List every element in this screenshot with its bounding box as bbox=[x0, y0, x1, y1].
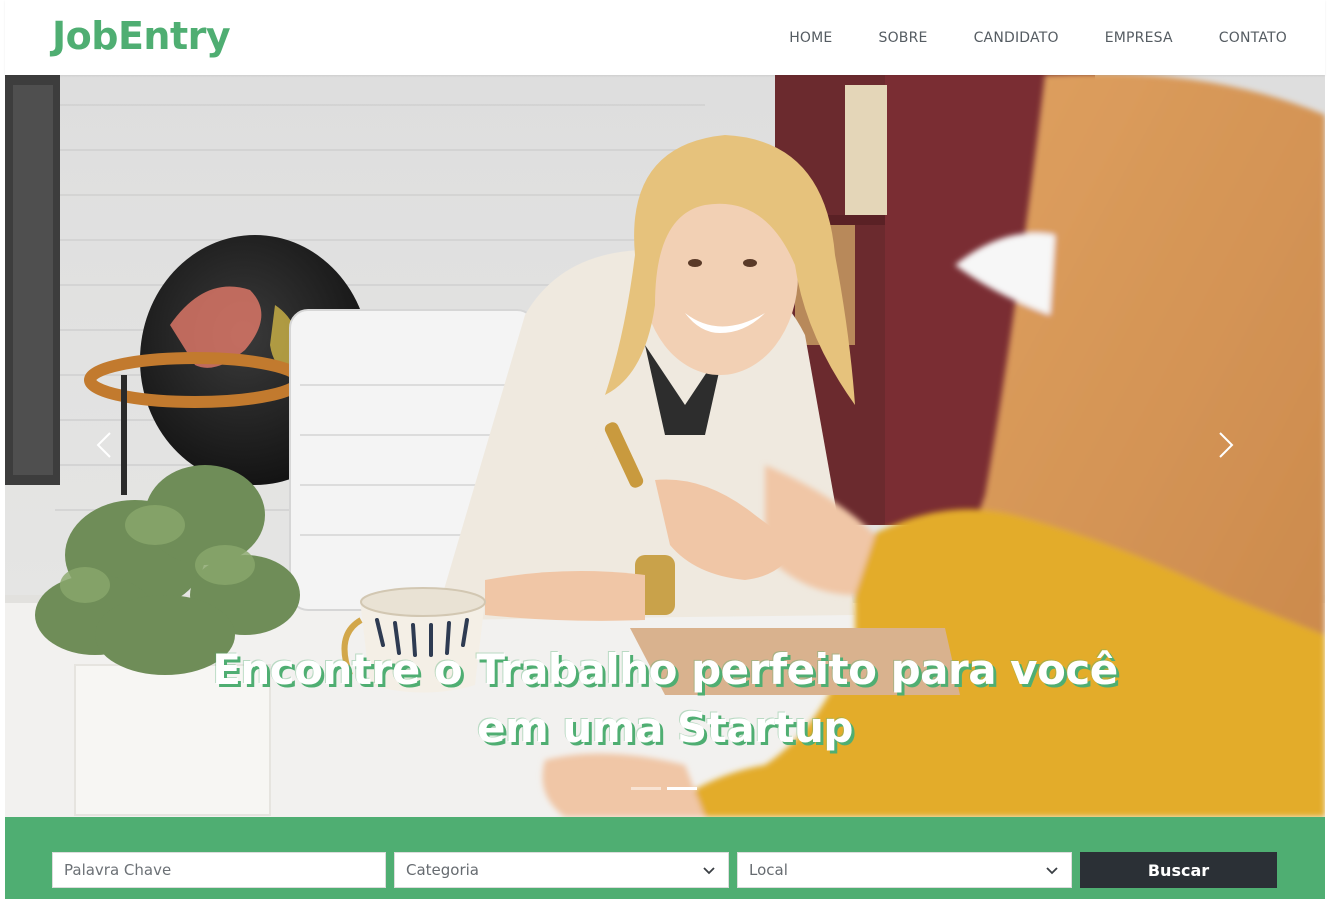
page: JobEntry HOME SOBRE CANDIDATO EMPRESA CO… bbox=[5, 0, 1325, 899]
hero-headline-line-1: Encontre o Trabalho perfeito para você bbox=[212, 645, 1118, 694]
hero-carousel: Encontre o Trabalho perfeito para você e… bbox=[5, 75, 1325, 817]
nav-item-candidato[interactable]: CANDIDATO bbox=[974, 30, 1059, 46]
chevron-right-icon bbox=[1219, 432, 1234, 458]
chevron-down-icon bbox=[1046, 867, 1058, 875]
carousel-indicators bbox=[631, 787, 697, 790]
main-nav: HOME SOBRE CANDIDATO EMPRESA CONTATO bbox=[789, 0, 1325, 75]
chevron-down-icon bbox=[703, 867, 715, 875]
search-button[interactable]: Buscar bbox=[1080, 852, 1277, 888]
hero-headline: Encontre o Trabalho perfeito para você e… bbox=[5, 641, 1325, 757]
location-select[interactable]: Local bbox=[737, 852, 1072, 888]
keyword-input[interactable] bbox=[64, 853, 385, 887]
location-select-value: Local bbox=[749, 861, 788, 879]
keyword-field bbox=[52, 852, 386, 888]
chevron-left-icon bbox=[96, 432, 111, 458]
nav-item-home[interactable]: HOME bbox=[789, 30, 832, 46]
nav-item-empresa[interactable]: EMPRESA bbox=[1105, 30, 1173, 46]
category-select-value: Categoria bbox=[406, 861, 480, 879]
category-select[interactable]: Categoria bbox=[394, 852, 729, 888]
nav-item-sobre[interactable]: SOBRE bbox=[878, 30, 927, 46]
nav-item-contato[interactable]: CONTATO bbox=[1219, 30, 1287, 46]
carousel-indicator-2[interactable] bbox=[667, 787, 697, 790]
job-search-bar: Categoria Local Buscar bbox=[5, 817, 1325, 899]
carousel-next-button[interactable] bbox=[1207, 427, 1243, 463]
hero-headline-line-2: em uma Startup bbox=[477, 703, 853, 752]
brand-logo[interactable]: JobEntry bbox=[52, 14, 231, 58]
navbar: JobEntry HOME SOBRE CANDIDATO EMPRESA CO… bbox=[5, 0, 1325, 75]
carousel-prev-button[interactable] bbox=[87, 427, 123, 463]
carousel-indicator-1[interactable] bbox=[631, 787, 661, 790]
